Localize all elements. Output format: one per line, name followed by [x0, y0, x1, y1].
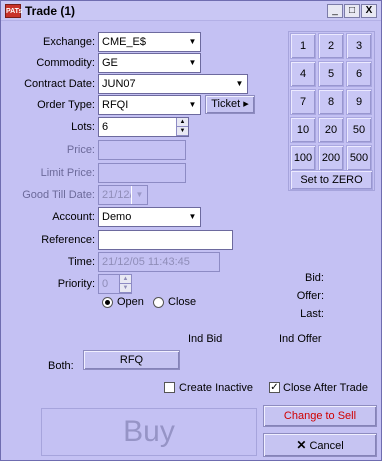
chevron-down-icon[interactable] [184, 208, 200, 226]
maximize-button[interactable]: □ [344, 4, 360, 18]
key-4[interactable]: 4 [290, 61, 316, 87]
reference-input[interactable] [98, 230, 233, 250]
priority-label: Priority: [57, 278, 95, 290]
key-2[interactable]: 2 [318, 33, 344, 59]
key-8[interactable]: 8 [318, 89, 344, 115]
open-radio[interactable] [102, 297, 113, 308]
key-3[interactable]: 3 [346, 33, 372, 59]
key-7[interactable]: 7 [290, 89, 316, 115]
lots-keypad: 1 2 3 4 5 6 7 8 9 10 20 50 100 200 500 S… [288, 31, 375, 191]
lots-label: Lots: [71, 121, 95, 133]
lots-stepper[interactable]: ▲ ▼ [176, 118, 188, 136]
offer-label: Offer: [296, 290, 324, 302]
price-input[interactable] [98, 140, 186, 160]
cancel-button[interactable]: ✕ Cancel [263, 433, 377, 457]
price-label: Price: [66, 144, 95, 156]
trade-window: PATs Trade (1) _ □ X Exchange: CME_E$ Co… [0, 0, 382, 461]
commodity-select[interactable]: GE [98, 53, 201, 73]
chevron-down-icon[interactable] [231, 75, 247, 93]
exchange-select[interactable]: CME_E$ [98, 32, 201, 52]
key-9[interactable]: 9 [346, 89, 372, 115]
key-100[interactable]: 100 [290, 145, 316, 171]
key-500[interactable]: 500 [346, 145, 372, 171]
change-to-sell-button[interactable]: Change to Sell [263, 405, 377, 427]
ind-offer-label: Ind Offer [279, 333, 322, 345]
order-type-label: Order Type: [37, 99, 95, 111]
both-label: Both: [48, 360, 74, 372]
exchange-value: CME_E$ [102, 36, 147, 48]
priority-value: 0 [102, 278, 109, 290]
good-till-date-select[interactable]: 21/12/05 [98, 185, 148, 205]
contract-date-value: JUN07 [102, 78, 136, 90]
exchange-label: Exchange: [43, 36, 95, 48]
create-inactive-checkbox[interactable] [164, 382, 175, 393]
chevron-down-icon[interactable] [131, 186, 147, 204]
app-icon: PATs [5, 4, 22, 18]
key-6[interactable]: 6 [346, 61, 372, 87]
time-field: 21/12/05 11:43:45 [98, 252, 220, 272]
stepper-up-icon[interactable]: ▲ [177, 118, 188, 127]
contract-date-select[interactable]: JUN07 [98, 74, 248, 94]
stepper-up-icon[interactable]: ▲ [120, 275, 131, 284]
bid-label: Bid: [305, 272, 324, 284]
commodity-value: GE [102, 57, 118, 69]
cancel-x-icon: ✕ [296, 438, 307, 452]
ind-bid-label: Ind Bid [188, 333, 223, 345]
order-type-select[interactable]: RFQI [98, 95, 201, 115]
ticket-button[interactable]: Ticket ▸ [205, 95, 255, 114]
minimize-button[interactable]: _ [327, 4, 343, 18]
set-to-zero-button[interactable]: Set to ZERO [290, 170, 373, 190]
key-1[interactable]: 1 [290, 33, 316, 59]
commodity-label: Commodity: [36, 57, 95, 69]
close-radio-label: Close [168, 296, 197, 308]
lots-input[interactable]: 6 ▲ ▼ [98, 117, 189, 137]
contract-date-label: Contract Date: [24, 78, 95, 90]
close-after-trade-checkbox[interactable]: ✓ [269, 382, 280, 393]
close-window-button[interactable]: X [361, 4, 377, 18]
order-type-value: RFQI [102, 99, 129, 111]
limit-price-label: Limit Price: [40, 167, 95, 179]
stepper-down-icon[interactable]: ▼ [177, 127, 188, 136]
key-5[interactable]: 5 [318, 61, 344, 87]
stepper-down-icon[interactable]: ▼ [120, 284, 131, 293]
rfq-button[interactable]: RFQ [83, 350, 180, 370]
window-title: Trade (1) [25, 4, 76, 18]
account-select[interactable]: Demo [98, 207, 201, 227]
chevron-down-icon[interactable] [184, 54, 200, 72]
priority-input[interactable]: 0 ▲ ▼ [98, 274, 132, 294]
chevron-down-icon[interactable] [184, 96, 200, 114]
limit-price-input[interactable] [98, 163, 186, 183]
key-10[interactable]: 10 [290, 117, 316, 143]
chevron-down-icon[interactable] [184, 33, 200, 51]
close-after-trade-label: Close After Trade [283, 382, 368, 394]
account-label: Account: [52, 211, 95, 223]
title-bar[interactable]: PATs Trade (1) _ □ X [1, 1, 381, 21]
key-50[interactable]: 50 [346, 117, 372, 143]
key-20[interactable]: 20 [318, 117, 344, 143]
good-till-date-label: Good Till Date: [22, 189, 95, 201]
last-label: Last: [300, 308, 324, 320]
key-200[interactable]: 200 [318, 145, 344, 171]
reference-label: Reference: [41, 234, 95, 246]
cancel-button-label: Cancel [309, 440, 344, 452]
create-inactive-label: Create Inactive [179, 382, 253, 394]
lots-value: 6 [102, 121, 109, 133]
priority-stepper[interactable]: ▲ ▼ [119, 275, 131, 293]
open-radio-label: Open [117, 296, 144, 308]
close-radio[interactable] [153, 297, 164, 308]
time-label: Time: [67, 256, 95, 268]
account-value: Demo [102, 211, 132, 223]
buy-button[interactable]: Buy [41, 408, 257, 456]
